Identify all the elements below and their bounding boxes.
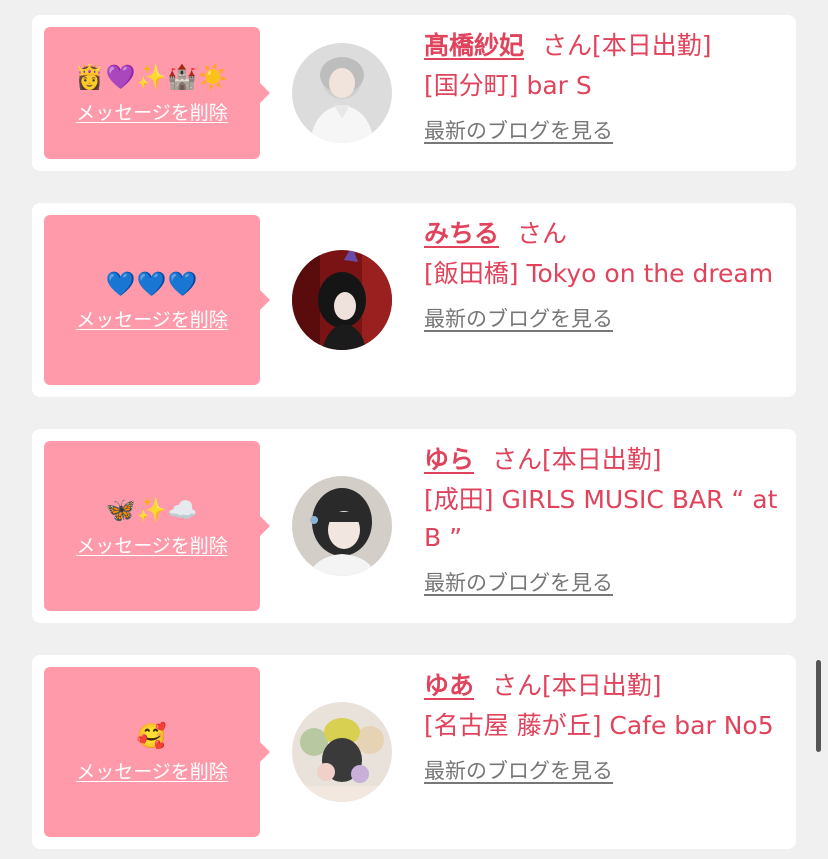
message-card: 🥰 メッセージを削除 ゆあ さん[本日出勤] [名古屋 藤が丘] Cafe bar… [32, 655, 796, 849]
shop-info: [国分町] bar S [424, 71, 592, 100]
name-line: 髙橋紗妃 さん[本日出勤] [424, 29, 780, 63]
delete-message-link[interactable]: メッセージを削除 [76, 531, 228, 558]
name-suffix: さん [517, 219, 568, 248]
avatar[interactable] [292, 250, 392, 350]
delete-message-link[interactable]: メッセージを削除 [76, 305, 228, 332]
name-suffix: さん[本日出勤] [492, 445, 662, 474]
avatar[interactable] [292, 476, 392, 576]
cast-info: ゆあ さん[本日出勤] [名古屋 藤が丘] Cafe bar No5 最新のブログ… [424, 669, 780, 785]
name-line: ゆら さん[本日出勤] [424, 443, 780, 477]
message-card: 👸💜✨🏰☀️ メッセージを削除 髙橋紗妃 さん[本日出勤] [国分町] bar S… [32, 15, 796, 171]
cast-info: みちる さん [飯田橋] Tokyo on the dream 最新のブログを見る [424, 217, 780, 333]
avatar[interactable] [292, 702, 392, 802]
name-line: みちる さん [424, 217, 780, 251]
shop-info: [名古屋 藤が丘] Cafe bar No5 [424, 711, 774, 740]
name-suffix: さん[本日出勤] [542, 31, 712, 60]
message-bubble: 🥰 メッセージを削除 [44, 667, 270, 837]
name-suffix: さん[本日出勤] [492, 671, 662, 700]
message-emoji: 🥰 [136, 721, 168, 750]
cast-info: 髙橋紗妃 さん[本日出勤] [国分町] bar S 最新のブログを見る [424, 29, 780, 145]
message-emoji: 🦋✨☁️ [105, 495, 199, 524]
cast-name-link[interactable]: ゆあ [424, 671, 474, 700]
message-emoji: 👸💜✨🏰☀️ [74, 62, 230, 91]
message-bubble: 🦋✨☁️ メッセージを削除 [44, 441, 270, 611]
message-card: 💙💙💙 メッセージを削除 みちる さん [飯田橋] Tokyo on the dr… [32, 203, 796, 397]
cast-info: ゆら さん[本日出勤] [成田] GIRLS MUSIC BAR “ at B ”… [424, 443, 780, 597]
message-list: 👸💜✨🏰☀️ メッセージを削除 髙橋紗妃 さん[本日出勤] [国分町] bar S… [0, 0, 828, 859]
latest-blog-link[interactable]: 最新のブログを見る [424, 567, 613, 597]
shop-info: [飯田橋] Tokyo on the dream [424, 259, 774, 288]
latest-blog-link[interactable]: 最新のブログを見る [424, 755, 613, 785]
message-bubble: 💙💙💙 メッセージを削除 [44, 215, 270, 385]
cast-name-link[interactable]: 髙橋紗妃 [424, 31, 524, 60]
message-bubble: 👸💜✨🏰☀️ メッセージを削除 [44, 27, 270, 159]
message-emoji: 💙💙💙 [105, 269, 199, 298]
shop-info: [成田] GIRLS MUSIC BAR “ at B ” [424, 485, 778, 552]
latest-blog-link[interactable]: 最新のブログを見る [424, 115, 613, 145]
cast-name-link[interactable]: ゆら [424, 445, 474, 474]
name-line: ゆあ さん[本日出勤] [424, 669, 780, 703]
scrollbar[interactable] [816, 660, 821, 752]
cast-name-link[interactable]: みちる [424, 219, 499, 248]
message-card: 🦋✨☁️ メッセージを削除 ゆら さん[本日出勤] [成田] GIRLS MUSI… [32, 429, 796, 623]
delete-message-link[interactable]: メッセージを削除 [76, 98, 228, 125]
avatar[interactable] [292, 43, 392, 143]
delete-message-link[interactable]: メッセージを削除 [76, 757, 228, 784]
latest-blog-link[interactable]: 最新のブログを見る [424, 303, 613, 333]
